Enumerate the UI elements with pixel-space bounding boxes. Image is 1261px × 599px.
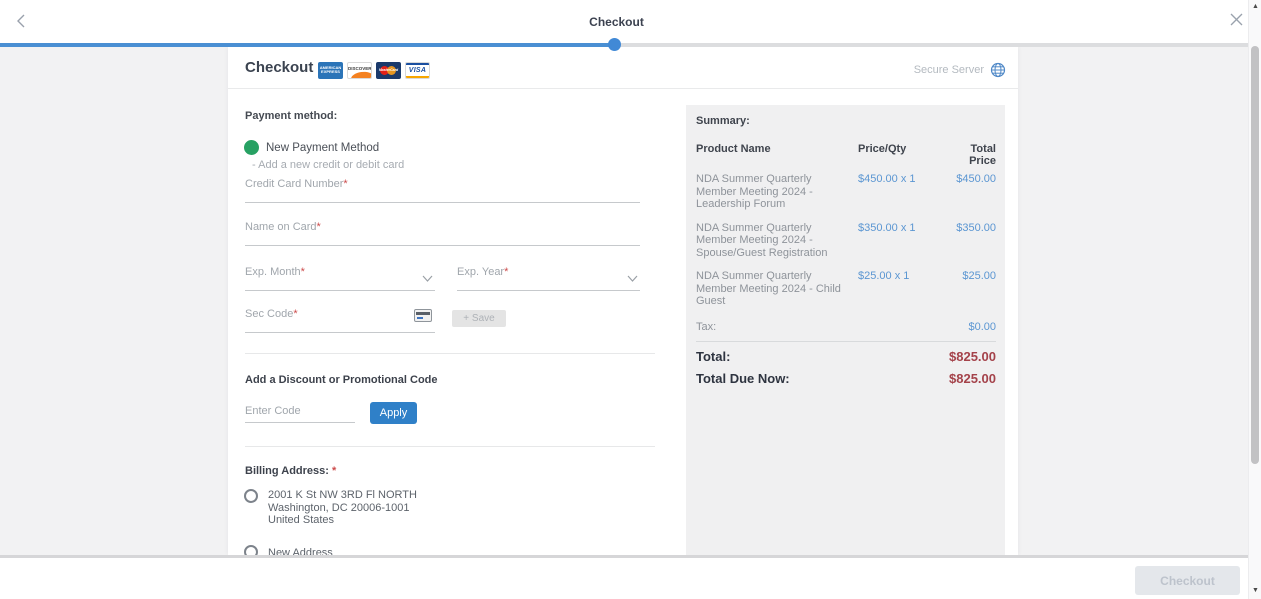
exp-year-label: Exp. Year: [457, 266, 504, 278]
section-divider: [245, 353, 655, 354]
checkout-scroll-region: Checkout AMERICAN EXPRESS DISCOVER Maste…: [0, 47, 1261, 555]
required-asterisk: *: [293, 308, 297, 320]
required-asterisk: *: [301, 266, 305, 278]
product-name: NDA Summer Quarterly Member Meeting 2024…: [696, 173, 854, 222]
scrollbar-thumb[interactable]: [1251, 46, 1259, 464]
summary-heading: Summary:: [696, 115, 996, 127]
summary-divider: [696, 341, 996, 342]
scroll-down-arrow[interactable]: ▼: [1249, 585, 1261, 597]
exp-month-select[interactable]: Exp. Month*: [245, 261, 435, 291]
globe-icon: [990, 62, 1006, 78]
required-asterisk: *: [504, 266, 508, 278]
total-due-label: Total Due Now:: [696, 371, 790, 386]
apply-button[interactable]: Apply: [370, 402, 417, 424]
close-button[interactable]: [1227, 12, 1245, 30]
tax-row: Tax: $0.00: [696, 321, 996, 333]
total-due-value: $825.00: [949, 371, 996, 386]
product-name: NDA Summer Quarterly Member Meeting 2024…: [696, 270, 854, 319]
name-on-card-label: Name on Card: [245, 221, 317, 233]
exp-month-label: Exp. Month: [245, 266, 301, 278]
card-number-input[interactable]: Credit Card Number*: [245, 173, 640, 203]
tax-value: $0.00: [968, 321, 996, 333]
total-label: Total:: [696, 349, 730, 364]
billing-address-radio[interactable]: [244, 489, 258, 503]
sec-code-input[interactable]: Sec Code*: [245, 303, 435, 333]
checkout-heading: Checkout: [245, 59, 313, 76]
accepted-cards: AMERICAN EXPRESS DISCOVER MasterCard VIS…: [318, 62, 430, 79]
payment-method-label: Payment method:: [245, 110, 337, 122]
required-asterisk: *: [343, 178, 347, 190]
secure-server-badge: Secure Server: [914, 62, 1006, 78]
new-payment-method-label: New Payment Method: [266, 142, 379, 154]
address-line: United States: [268, 514, 417, 527]
exp-year-select[interactable]: Exp. Year*: [457, 261, 640, 291]
summary-table: Product Name Price/Qty Total Price NDA S…: [696, 143, 996, 319]
address-line: 2001 K St NW 3RD Fl NORTH: [268, 489, 417, 502]
column-header: Price/Qty: [858, 143, 940, 167]
name-on-card-input[interactable]: Name on Card*: [245, 216, 640, 246]
amex-icon: AMERICAN EXPRESS: [318, 62, 343, 79]
chevron-down-icon: [422, 275, 433, 282]
discount-heading: Add a Discount or Promotional Code: [245, 374, 438, 386]
card-number-label: Credit Card Number: [245, 178, 343, 190]
visa-icon: VISA: [405, 62, 430, 79]
tax-label: Tax:: [696, 321, 716, 333]
column-header: Product Name: [696, 143, 854, 167]
new-address-option: New Address: [268, 547, 333, 555]
new-payment-method-subnote: - Add a new credit or debit card: [252, 159, 404, 171]
total-due-row: Total Due Now: $825.00: [696, 371, 996, 386]
discover-icon: DISCOVER: [347, 62, 372, 79]
discount-code-input[interactable]: [245, 399, 355, 423]
required-asterisk: *: [317, 221, 321, 233]
checkout-button[interactable]: Checkout: [1135, 566, 1240, 595]
product-total: $25.00: [944, 270, 996, 319]
mastercard-icon: MasterCard: [376, 62, 401, 79]
header-divider: [228, 88, 1018, 89]
new-address-radio[interactable]: [244, 545, 258, 555]
sec-code-label: Sec Code: [245, 308, 293, 320]
product-price-qty: $450.00 x 1: [858, 173, 940, 222]
scroll-up-arrow[interactable]: ▲: [1249, 1, 1261, 13]
vertical-scrollbar[interactable]: ▲ ▼: [1248, 0, 1261, 599]
billing-address-option: 2001 K St NW 3RD Fl NORTH Washington, DC…: [268, 489, 417, 527]
bottom-bar: Checkout: [0, 558, 1261, 599]
top-bar: Checkout: [0, 0, 1261, 43]
order-summary-panel: Summary: Product Name Price/Qty Total Pr…: [686, 105, 1005, 555]
product-name: NDA Summer Quarterly Member Meeting 2024…: [696, 222, 854, 271]
save-card-button[interactable]: + Save: [452, 310, 506, 327]
required-asterisk: *: [332, 465, 336, 477]
credit-card-icon: [414, 309, 432, 322]
total-row: Total: $825.00: [696, 349, 996, 364]
address-line: New Address: [268, 547, 333, 555]
checkout-card: Checkout AMERICAN EXPRESS DISCOVER Maste…: [228, 47, 1018, 555]
total-value: $825.00: [949, 349, 996, 364]
close-icon: [1229, 12, 1244, 27]
column-header: Total Price: [944, 143, 996, 167]
product-total: $450.00: [944, 173, 996, 222]
product-price-qty: $350.00 x 1: [858, 222, 940, 271]
address-line: Washington, DC 20006-1001: [268, 502, 417, 515]
section-divider: [245, 446, 655, 447]
progress-dot: [608, 38, 621, 51]
product-total: $350.00: [944, 222, 996, 271]
secure-server-label: Secure Server: [914, 64, 984, 76]
new-payment-method-radio[interactable]: [244, 140, 259, 155]
product-price-qty: $25.00 x 1: [858, 270, 940, 319]
billing-address-heading: Billing Address: *: [245, 465, 336, 477]
page-title: Checkout: [0, 15, 1233, 29]
chevron-down-icon: [627, 275, 638, 282]
